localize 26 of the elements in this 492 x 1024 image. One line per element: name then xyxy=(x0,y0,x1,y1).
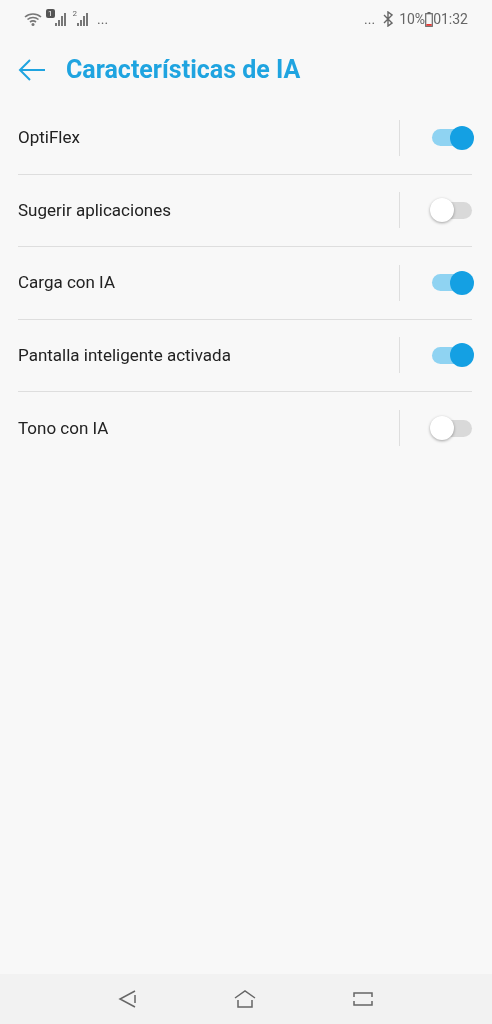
battery-icon xyxy=(425,11,434,27)
battery-percent: 10% xyxy=(399,9,426,29)
setting-label: Sugerir aplicaciones xyxy=(18,198,172,222)
more-indicators: ... xyxy=(364,9,376,29)
wifi-icon xyxy=(24,11,42,27)
setting-label: Carga con IA xyxy=(18,271,116,294)
signal-icon xyxy=(54,12,67,26)
back-arrow-icon[interactable] xyxy=(18,59,46,81)
recent-apps-icon[interactable] xyxy=(352,990,375,1008)
home-icon[interactable] xyxy=(233,989,257,1009)
toggle-switch[interactable] xyxy=(430,342,472,369)
sim-badge: 1 xyxy=(46,9,55,18)
toggle-switch[interactable] xyxy=(430,269,472,296)
bluetooth-icon xyxy=(383,11,394,27)
toggle-switch[interactable] xyxy=(430,197,472,224)
setting-label: Pantalla inteligente activada xyxy=(18,343,232,367)
signal-icon xyxy=(77,12,89,26)
back-icon[interactable] xyxy=(117,989,138,1009)
setting-label: OptiFlex xyxy=(18,126,81,149)
toggle-switch[interactable] xyxy=(430,124,472,151)
page-title: Características de IA xyxy=(66,54,301,87)
setting-label: Tono con IA xyxy=(18,416,110,440)
sim-number: 2 xyxy=(72,9,77,18)
toggle-switch[interactable] xyxy=(430,415,472,442)
clock: 01:32 xyxy=(433,9,468,29)
more-notifications: ... xyxy=(97,9,109,29)
